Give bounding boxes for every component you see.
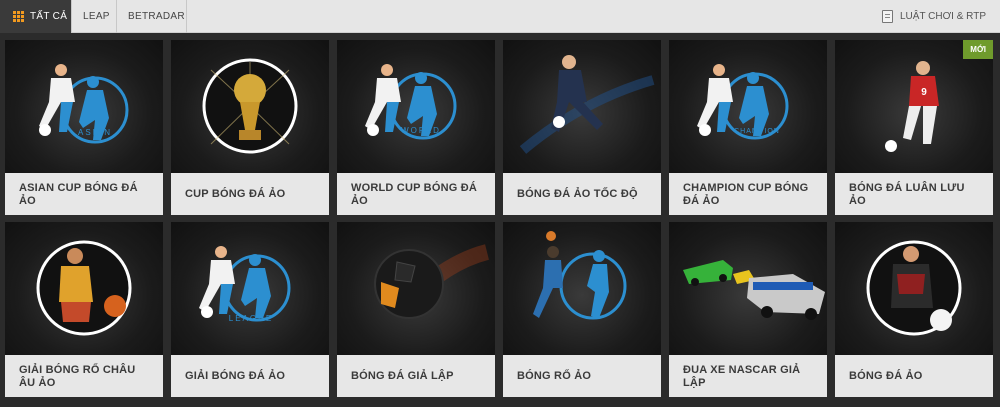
game-title: ASIAN CUP BÓNG ĐÁ ẢO: [19, 182, 138, 207]
game-card[interactable]: WORLD WORLD CUP BÓNG ĐÁ ẢO: [337, 40, 495, 215]
new-badge: MỚI: [963, 40, 993, 59]
rules-link[interactable]: LUẬT CHƠI & RTP: [881, 0, 986, 33]
tab-all-label: TẤT CẢ: [30, 11, 68, 22]
game-thumbnail: 9 MỚI: [835, 40, 993, 173]
tab-leap-label: LEAP: [83, 11, 110, 22]
game-title: BÓNG RỔ ẢO: [517, 370, 592, 382]
rules-label: LUẬT CHƠI & RTP: [899, 11, 986, 22]
league-art-text: LEAGUE: [229, 314, 273, 323]
jersey-number: 9: [921, 87, 927, 98]
game-card[interactable]: ASIAN ASIAN CUP BÓNG ĐÁ ẢO: [5, 40, 163, 215]
game-thumbnail: [503, 40, 661, 173]
game-card[interactable]: CUP BÓNG ĐÁ ẢO: [171, 40, 329, 215]
game-title: GIẢI BÓNG ĐÁ ẢO: [185, 370, 286, 382]
game-card[interactable]: ĐUA XE NASCAR GIẢ LẬP: [669, 222, 827, 397]
game-thumbnail: WORLD: [337, 40, 495, 173]
game-thumbnail: [5, 222, 163, 355]
document-icon: [881, 10, 893, 23]
champion-art-text: CHAMPION: [734, 128, 780, 135]
game-card[interactable]: BÓNG ĐÁ ẢO: [835, 222, 993, 397]
game-thumbnail: [835, 222, 993, 355]
game-thumbnail: [171, 40, 329, 173]
game-title: CHAMPION CUP BÓNG ĐÁ ẢO: [683, 182, 809, 207]
game-title: GIẢI BÓNG RỔ CHÂU ÂU ẢO: [19, 364, 136, 389]
game-thumbnail: [669, 222, 827, 355]
tab-betradar-label: BETRADAR: [128, 11, 185, 22]
game-thumbnail: CHAMPION: [669, 40, 827, 173]
game-title: BÓNG ĐÁ LUÂN LƯU ẢO: [849, 182, 965, 207]
game-title: BÓNG ĐÁ ẢO: [849, 370, 923, 382]
grid-icon: [13, 11, 24, 22]
game-title: BÓNG ĐÁ ẢO TỐC ĐỘ: [517, 188, 638, 200]
game-card[interactable]: BÓNG ĐÁ GIẢ LẬP: [337, 222, 495, 397]
game-thumbnail: [503, 222, 661, 355]
tab-betradar[interactable]: BETRADAR: [117, 0, 187, 33]
category-tabs: TẤT CẢ LEAP BETRADAR LUẬT CHƠI & RTP: [0, 0, 1000, 33]
game-card[interactable]: CHAMPION CHAMPION CUP BÓNG ĐÁ ẢO: [669, 40, 827, 215]
game-title: CUP BÓNG ĐÁ ẢO: [185, 188, 286, 200]
game-card[interactable]: 9 MỚI BÓNG ĐÁ LUÂN LƯU ẢO: [835, 40, 993, 215]
game-thumbnail: [337, 222, 495, 355]
game-thumbnail: ASIAN: [5, 40, 163, 173]
world-art-text: WORLD: [401, 126, 441, 135]
game-card[interactable]: GIẢI BÓNG RỔ CHÂU ÂU ẢO: [5, 222, 163, 397]
game-card[interactable]: BÓNG RỔ ẢO: [503, 222, 661, 397]
game-card[interactable]: LEAGUE GIẢI BÓNG ĐÁ ẢO: [171, 222, 329, 397]
game-title: WORLD CUP BÓNG ĐÁ ẢO: [351, 182, 478, 207]
game-title: BÓNG ĐÁ GIẢ LẬP: [351, 370, 454, 382]
game-title: ĐUA XE NASCAR GIẢ LẬP: [683, 364, 801, 389]
game-card[interactable]: BÓNG ĐÁ ẢO TỐC ĐỘ: [503, 40, 661, 215]
asian-art-text: ASIAN: [78, 128, 112, 137]
tab-leap[interactable]: LEAP: [72, 0, 117, 33]
tab-all[interactable]: TẤT CẢ: [0, 0, 72, 33]
game-thumbnail: LEAGUE: [171, 222, 329, 355]
